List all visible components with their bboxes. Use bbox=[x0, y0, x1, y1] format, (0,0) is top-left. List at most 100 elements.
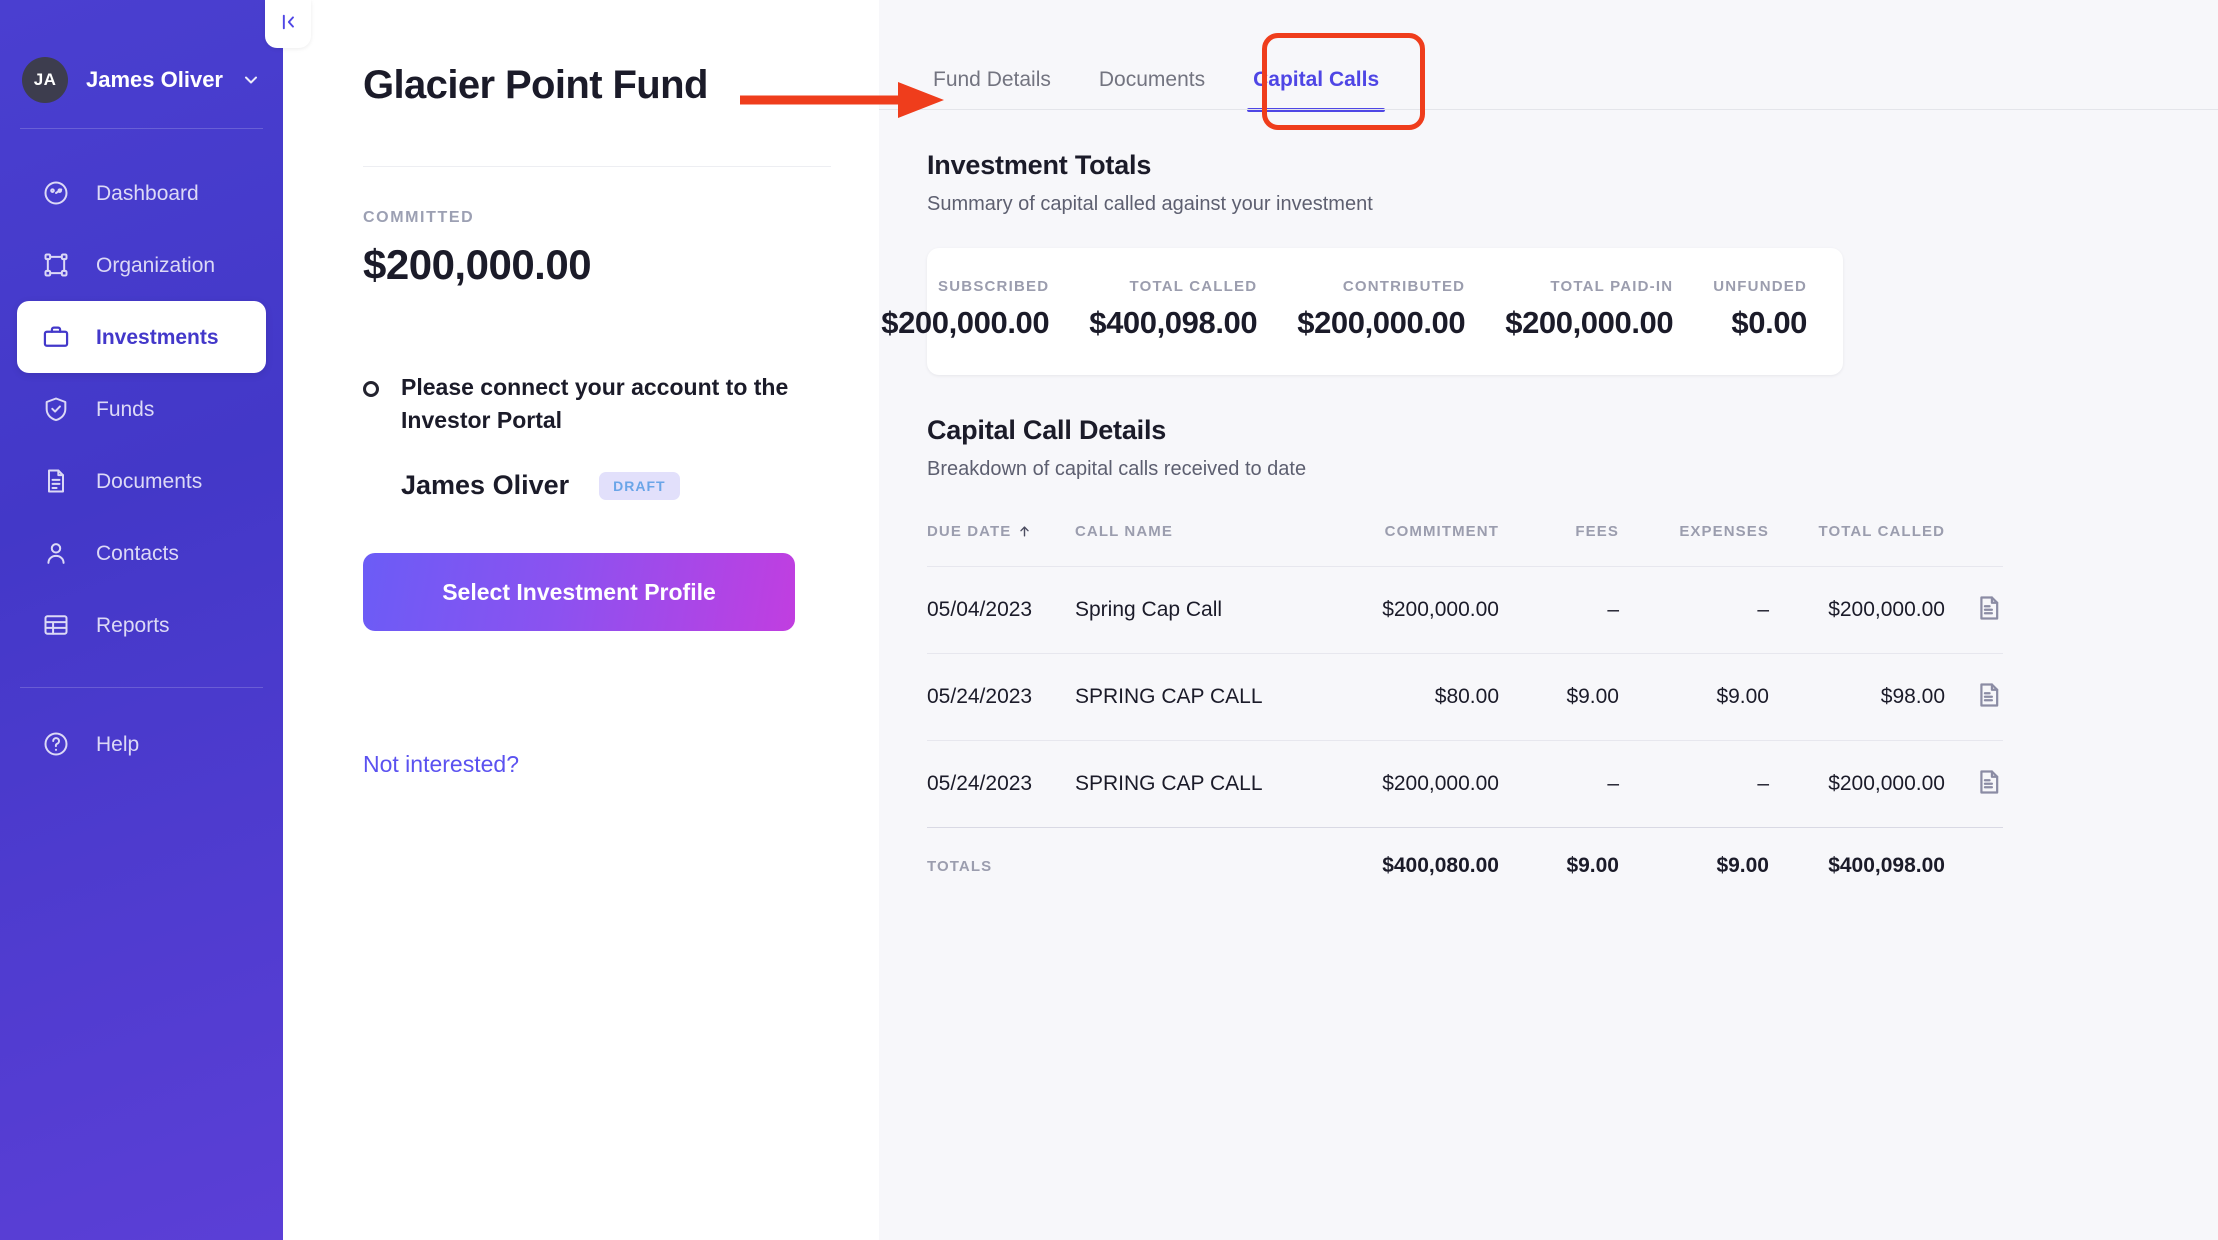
total-value: $200,000.00 bbox=[1297, 305, 1466, 340]
committed-value: $200,000.00 bbox=[363, 241, 592, 288]
sidebar-item-investments[interactable]: Investments bbox=[17, 301, 266, 373]
profile-name: James Oliver bbox=[401, 470, 570, 501]
connect-account-notice: Please connect your account to the Inves… bbox=[363, 371, 831, 436]
sidebar-item-documents[interactable]: Documents bbox=[17, 445, 266, 517]
committed-label: COMMITTED bbox=[363, 209, 475, 226]
total-cell-unfunded: UNFUNDED $0.00 bbox=[1673, 278, 1807, 341]
sidebar-item-funds[interactable]: Funds bbox=[17, 373, 266, 445]
column-header-total-called[interactable]: TOTAL CALLED bbox=[1769, 523, 1945, 567]
document-icon[interactable] bbox=[1975, 594, 2003, 626]
sidebar-divider-top bbox=[20, 128, 263, 129]
speedometer-icon bbox=[42, 179, 70, 207]
column-header-due-date[interactable]: DUE DATE bbox=[927, 523, 1075, 567]
cell-commitment: $200,000.00 bbox=[1303, 566, 1499, 654]
tab-documents[interactable]: Documents bbox=[1093, 68, 1211, 110]
table-totals-row: TOTALS $400,080.00 $9.00 $9.00 $400,098.… bbox=[927, 827, 2003, 904]
sidebar-item-label: Help bbox=[96, 732, 140, 756]
table-row[interactable]: 05/24/2023 SPRING CAP CALL $80.00 $9.00 … bbox=[927, 653, 2003, 741]
status-badge: DRAFT bbox=[599, 471, 680, 500]
cell-document[interactable] bbox=[1945, 740, 2003, 828]
sidebar-nav: Dashboard Organization Investments Funds bbox=[0, 157, 283, 780]
cell-due-date: 05/24/2023 bbox=[927, 653, 1075, 741]
sidebar-item-label: Investments bbox=[96, 325, 219, 349]
column-header-document bbox=[1945, 523, 2003, 567]
collapse-panel-icon bbox=[278, 12, 298, 37]
select-investment-profile-button[interactable]: Select Investment Profile bbox=[363, 553, 795, 632]
total-value: $400,098.00 bbox=[1089, 305, 1258, 340]
investment-profile-row: James Oliver DRAFT bbox=[363, 470, 831, 501]
table-head: DUE DATE CALL NAME COMMITMENT FEES EXPEN… bbox=[927, 523, 2003, 567]
total-value: $200,000.00 bbox=[881, 305, 1050, 340]
cell-call-name: SPRING CAP CALL bbox=[1075, 740, 1303, 828]
app-root: JA James Oliver Dashboard Organization I… bbox=[0, 0, 2218, 1240]
table-header-row: DUE DATE CALL NAME COMMITMENT FEES EXPEN… bbox=[927, 523, 2003, 567]
capital-call-details-title: Capital Call Details bbox=[927, 415, 1167, 445]
cell-total-called: $98.00 bbox=[1769, 653, 1945, 741]
sidebar-item-label: Organization bbox=[96, 253, 216, 277]
column-header-commitment[interactable]: COMMITMENT bbox=[1303, 523, 1499, 567]
table-row[interactable]: 05/04/2023 Spring Cap Call $200,000.00 –… bbox=[927, 566, 2003, 654]
column-header-call-name[interactable]: CALL NAME bbox=[1075, 523, 1303, 567]
cell-expenses: – bbox=[1619, 740, 1769, 828]
cell-document[interactable] bbox=[1945, 653, 2003, 741]
sidebar-item-organization[interactable]: Organization bbox=[17, 229, 266, 301]
total-label: TOTAL PAID-IN bbox=[1550, 278, 1674, 295]
total-cell-total-called: TOTAL CALLED $400,098.00 bbox=[1049, 278, 1257, 341]
total-cell-subscribed: SUBSCRIBED $200,000.00 bbox=[879, 278, 1049, 341]
sidebar-item-dashboard[interactable]: Dashboard bbox=[17, 157, 266, 229]
document-icon[interactable] bbox=[1975, 681, 2003, 713]
not-interested-link[interactable]: Not interested? bbox=[363, 751, 519, 778]
cell-expenses: – bbox=[1619, 566, 1769, 654]
cell-due-date: 05/24/2023 bbox=[927, 740, 1075, 828]
sidebar-item-label: Reports bbox=[96, 613, 170, 637]
total-cell-total-paid-in: TOTAL PAID-IN $200,000.00 bbox=[1465, 278, 1673, 341]
cell-call-name: SPRING CAP CALL bbox=[1075, 653, 1303, 741]
cell-totals-label: TOTALS bbox=[927, 827, 1075, 904]
cell-fees: – bbox=[1499, 566, 1619, 654]
collapse-sidebar-button[interactable] bbox=[265, 0, 311, 48]
cell-due-date: 05/04/2023 bbox=[927, 566, 1075, 654]
cell-commitment: $80.00 bbox=[1303, 653, 1499, 741]
total-label: TOTAL CALLED bbox=[1129, 278, 1258, 295]
cell-totals-expenses: $9.00 bbox=[1619, 827, 1769, 904]
chevron-down-icon[interactable] bbox=[241, 70, 261, 90]
cell-total-called: $200,000.00 bbox=[1769, 566, 1945, 654]
column-header-expenses[interactable]: EXPENSES bbox=[1619, 523, 1769, 567]
sidebar-item-help[interactable]: Help bbox=[17, 708, 266, 780]
sidebar-user-menu[interactable]: JA James Oliver bbox=[0, 0, 283, 112]
investment-totals-card: SUBSCRIBED $200,000.00 TOTAL CALLED $400… bbox=[881, 248, 1843, 375]
capital-call-details-subtitle: Breakdown of capital calls received to d… bbox=[927, 458, 1307, 480]
sidebar-item-label: Funds bbox=[96, 397, 155, 421]
tab-fund-details[interactable]: Fund Details bbox=[927, 68, 1057, 110]
fund-detail-panel: Glacier Point Fund COMMITTED $200,000.00… bbox=[283, 0, 879, 1240]
table-body: 05/04/2023 Spring Cap Call $200,000.00 –… bbox=[927, 566, 2003, 904]
cell-fees: – bbox=[1499, 740, 1619, 828]
avatar: JA bbox=[22, 57, 68, 103]
table-row[interactable]: 05/24/2023 SPRING CAP CALL $200,000.00 –… bbox=[927, 740, 2003, 828]
capital-calls-table: DUE DATE CALL NAME COMMITMENT FEES EXPEN… bbox=[927, 523, 2003, 904]
total-label: SUBSCRIBED bbox=[938, 278, 1050, 295]
cell-commitment: $200,000.00 bbox=[1303, 740, 1499, 828]
circle-bullet-icon bbox=[363, 381, 379, 397]
column-header-fees[interactable]: FEES bbox=[1499, 523, 1619, 567]
cell-call-name: Spring Cap Call bbox=[1075, 566, 1303, 654]
tab-capital-calls[interactable]: Capital Calls bbox=[1247, 68, 1386, 112]
investment-totals-subtitle: Summary of capital called against your i… bbox=[927, 193, 1373, 215]
total-label: UNFUNDED bbox=[1713, 278, 1807, 295]
cell-document[interactable] bbox=[1945, 566, 2003, 654]
notice-text: Please connect your account to the Inves… bbox=[401, 374, 789, 433]
sidebar-item-label: Contacts bbox=[96, 541, 179, 565]
column-header-label: DUE DATE bbox=[927, 523, 1012, 540]
detail-divider bbox=[363, 166, 831, 167]
cell-totals-spacer bbox=[1075, 827, 1303, 904]
sidebar-item-contacts[interactable]: Contacts bbox=[17, 517, 266, 589]
total-value: $200,000.00 bbox=[1505, 305, 1674, 340]
sidebar-item-reports[interactable]: Reports bbox=[17, 589, 266, 661]
table-icon bbox=[42, 611, 70, 639]
document-icon[interactable] bbox=[1975, 768, 2003, 800]
question-circle-icon bbox=[42, 730, 70, 758]
person-icon bbox=[42, 539, 70, 567]
total-label: CONTRIBUTED bbox=[1342, 278, 1466, 295]
total-cell-contributed: CONTRIBUTED $200,000.00 bbox=[1257, 278, 1465, 341]
cell-totals-document-spacer bbox=[1945, 827, 2003, 904]
